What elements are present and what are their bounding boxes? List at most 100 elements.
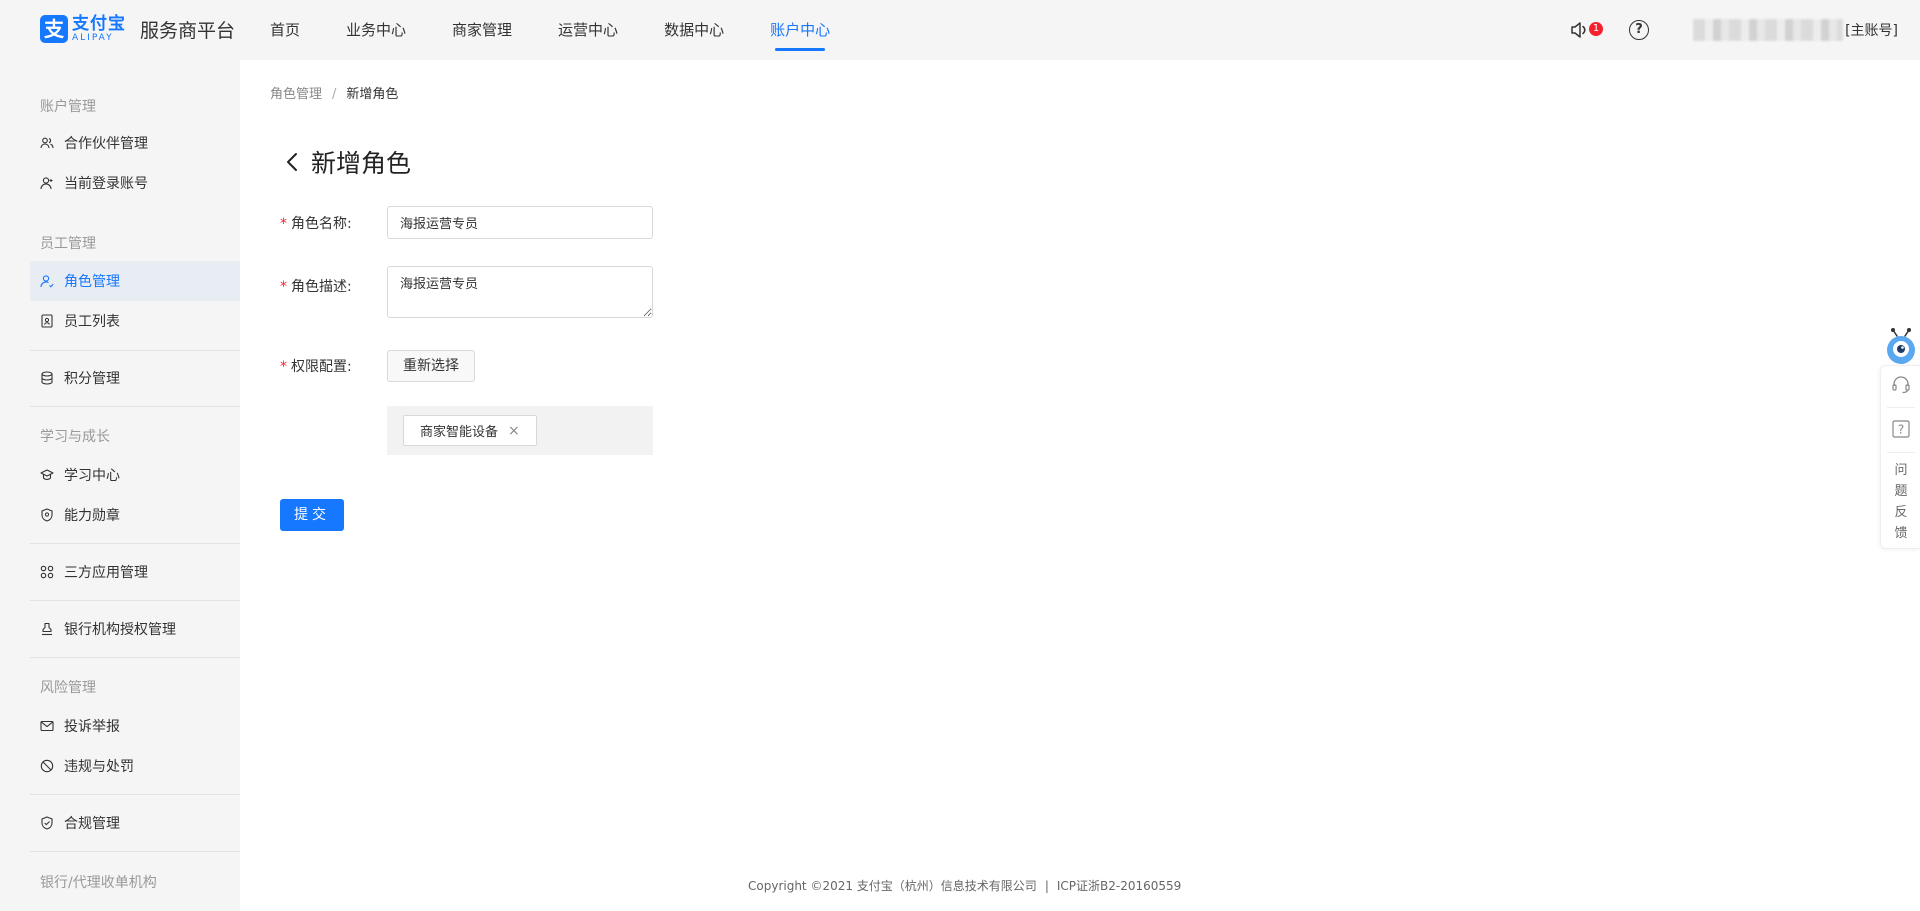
platform-name: 服务商平台 xyxy=(140,20,236,42)
graduation-cap-icon xyxy=(40,468,54,482)
sidebar-item-staff-list[interactable]: 员工列表 xyxy=(30,301,240,341)
sidebar-item-label: 当前登录账号 xyxy=(64,176,148,192)
nav-data-center[interactable]: 数据中心 xyxy=(664,0,724,60)
nav-operation-center[interactable]: 运营中心 xyxy=(558,0,618,60)
sidebar-divider xyxy=(30,794,240,795)
sidebar-item-partner[interactable]: 合作伙伴管理 xyxy=(30,123,240,163)
sidebar-item-label: 员工列表 xyxy=(64,314,120,330)
logo-en: ALIPAY xyxy=(72,33,114,43)
page-title: 新增角色 xyxy=(283,144,411,180)
nav-account-center[interactable]: 账户中心 xyxy=(770,0,830,60)
mail-icon xyxy=(40,719,54,733)
top-header: 支 支付宝 ALIPAY 服务商平台 首页 业务中心 商家管理 运营中心 数据中… xyxy=(0,0,1920,60)
notification-button[interactable]: 1 xyxy=(1569,18,1604,42)
shield-badge-icon xyxy=(40,508,54,522)
user-icon xyxy=(40,176,54,190)
forbidden-icon xyxy=(40,759,54,773)
sidebar-item-label: 三方应用管理 xyxy=(64,565,148,581)
id-card-icon xyxy=(40,314,54,328)
role-name-input[interactable] xyxy=(387,206,653,239)
reselect-button[interactable]: 重新选择 xyxy=(387,350,475,382)
sidebar-group-risk: 风险管理 xyxy=(40,680,96,696)
customer-service-icon[interactable] xyxy=(1891,375,1911,395)
sidebar-item-learning-center[interactable]: 学习中心 xyxy=(30,455,240,495)
footer-icp[interactable]: ICP证浙B2-20160559 xyxy=(1057,879,1181,893)
stamp-icon xyxy=(40,622,54,636)
feedback-button[interactable]: 问题反馈 xyxy=(1881,460,1920,544)
help-question-glyph: ? xyxy=(1898,423,1904,437)
robot-assistant-icon[interactable] xyxy=(1884,326,1918,366)
required-mark: * xyxy=(280,216,287,232)
sidebar-divider xyxy=(30,600,240,601)
sidebar-group-account: 账户管理 xyxy=(40,99,96,115)
sidebar-item-points[interactable]: 积分管理 xyxy=(30,358,240,398)
sidebar: 账户管理 合作伙伴管理 当前登录账号 员工管理 角色管理 员工列表 积分管理 学… xyxy=(0,60,240,911)
sidebar-item-ability-badge[interactable]: 能力勋章 xyxy=(30,495,240,535)
back-arrow-icon[interactable] xyxy=(283,150,303,174)
role-description-textarea[interactable]: 海报运营专员 xyxy=(387,266,653,318)
role-description-label: * 角色描述: xyxy=(280,276,352,296)
sidebar-divider xyxy=(30,406,240,407)
sidebar-divider xyxy=(30,350,240,351)
breadcrumb-separator: / xyxy=(332,87,337,102)
account-name-blurred xyxy=(1693,19,1844,41)
top-nav: 首页 业务中心 商家管理 运营中心 数据中心 账户中心 xyxy=(270,0,876,60)
sidebar-item-label: 角色管理 xyxy=(64,274,120,290)
nav-home[interactable]: 首页 xyxy=(270,0,300,60)
sidebar-item-compliance[interactable]: 合规管理 xyxy=(30,803,240,843)
sidebar-item-label: 积分管理 xyxy=(64,371,120,387)
apps-icon xyxy=(40,565,54,579)
footer-copyright: Copyright ©2021 支付宝（杭州）信息技术有限公司 xyxy=(748,879,1037,893)
sidebar-item-violation[interactable]: 违规与处罚 xyxy=(30,746,240,786)
partners-icon xyxy=(40,136,54,150)
permission-tag: 商家智能设备 × xyxy=(403,415,537,446)
account-menu[interactable]: [主账号] xyxy=(1693,19,1898,41)
header-right: 1 ? [主账号] xyxy=(1569,0,1898,60)
speaker-icon xyxy=(1571,22,1586,38)
footer-separator: | xyxy=(1044,879,1049,893)
footer: Copyright ©2021 支付宝（杭州）信息技术有限公司 | ICP证浙B2-… xyxy=(748,877,1181,894)
sidebar-item-bank-authorization[interactable]: 银行机构授权管理 xyxy=(30,609,240,649)
logo-text: 支付宝 ALIPAY xyxy=(72,15,126,43)
sidebar-item-label: 学习中心 xyxy=(64,468,120,484)
sidebar-divider xyxy=(30,851,240,852)
sidebar-divider xyxy=(30,543,240,544)
nav-business-center[interactable]: 业务中心 xyxy=(346,0,406,60)
required-mark: * xyxy=(280,359,287,375)
feedback-label: 问题反馈 xyxy=(1894,463,1908,541)
breadcrumb: 角色管理 / 新增角色 xyxy=(270,83,398,102)
help-icon[interactable]: ? xyxy=(1629,20,1650,40)
sidebar-item-complaint[interactable]: 投诉举报 xyxy=(30,706,240,746)
widget-divider xyxy=(1887,407,1915,408)
permission-config-label-text: 权限配置: xyxy=(291,359,352,375)
sidebar-item-role-management[interactable]: 角色管理 xyxy=(30,261,240,301)
breadcrumb-current: 新增角色 xyxy=(346,87,399,102)
permission-tag-label: 商家智能设备 xyxy=(420,425,499,440)
page-title-text: 新增角色 xyxy=(311,149,412,178)
shield-check-icon xyxy=(40,816,54,830)
sidebar-item-label: 合规管理 xyxy=(64,816,120,832)
selected-permissions-box: 商家智能设备 × xyxy=(387,406,653,455)
nav-merchant-management[interactable]: 商家管理 xyxy=(452,0,512,60)
account-type: [主账号] xyxy=(1845,23,1898,39)
floating-help-widget: ? 问题反馈 xyxy=(1880,365,1920,549)
role-name-label: * 角色名称: xyxy=(280,213,352,233)
database-icon xyxy=(40,371,54,385)
sidebar-item-label: 合作伙伴管理 xyxy=(64,136,148,152)
role-user-icon xyxy=(40,274,54,288)
submit-button[interactable]: 提交 xyxy=(280,499,344,531)
tag-close-icon[interactable]: × xyxy=(508,423,520,439)
sidebar-item-third-party-apps[interactable]: 三方应用管理 xyxy=(30,552,240,592)
help-question-icon[interactable]: ? xyxy=(1891,419,1911,439)
sidebar-group-learning: 学习与成长 xyxy=(40,429,110,445)
logo-cn: 支付宝 xyxy=(72,14,126,34)
sidebar-item-label: 投诉举报 xyxy=(64,719,120,735)
sidebar-group-bank: 银行/代理收单机构 xyxy=(40,875,157,891)
alipay-logo[interactable]: 支 支付宝 ALIPAY xyxy=(40,15,126,43)
breadcrumb-parent[interactable]: 角色管理 xyxy=(270,87,322,102)
sidebar-item-current-account[interactable]: 当前登录账号 xyxy=(30,163,240,203)
sidebar-item-label: 银行机构授权管理 xyxy=(64,622,176,638)
sidebar-group-staff: 员工管理 xyxy=(40,236,96,252)
role-name-label-text: 角色名称: xyxy=(291,216,352,232)
widget-divider xyxy=(1887,452,1915,453)
